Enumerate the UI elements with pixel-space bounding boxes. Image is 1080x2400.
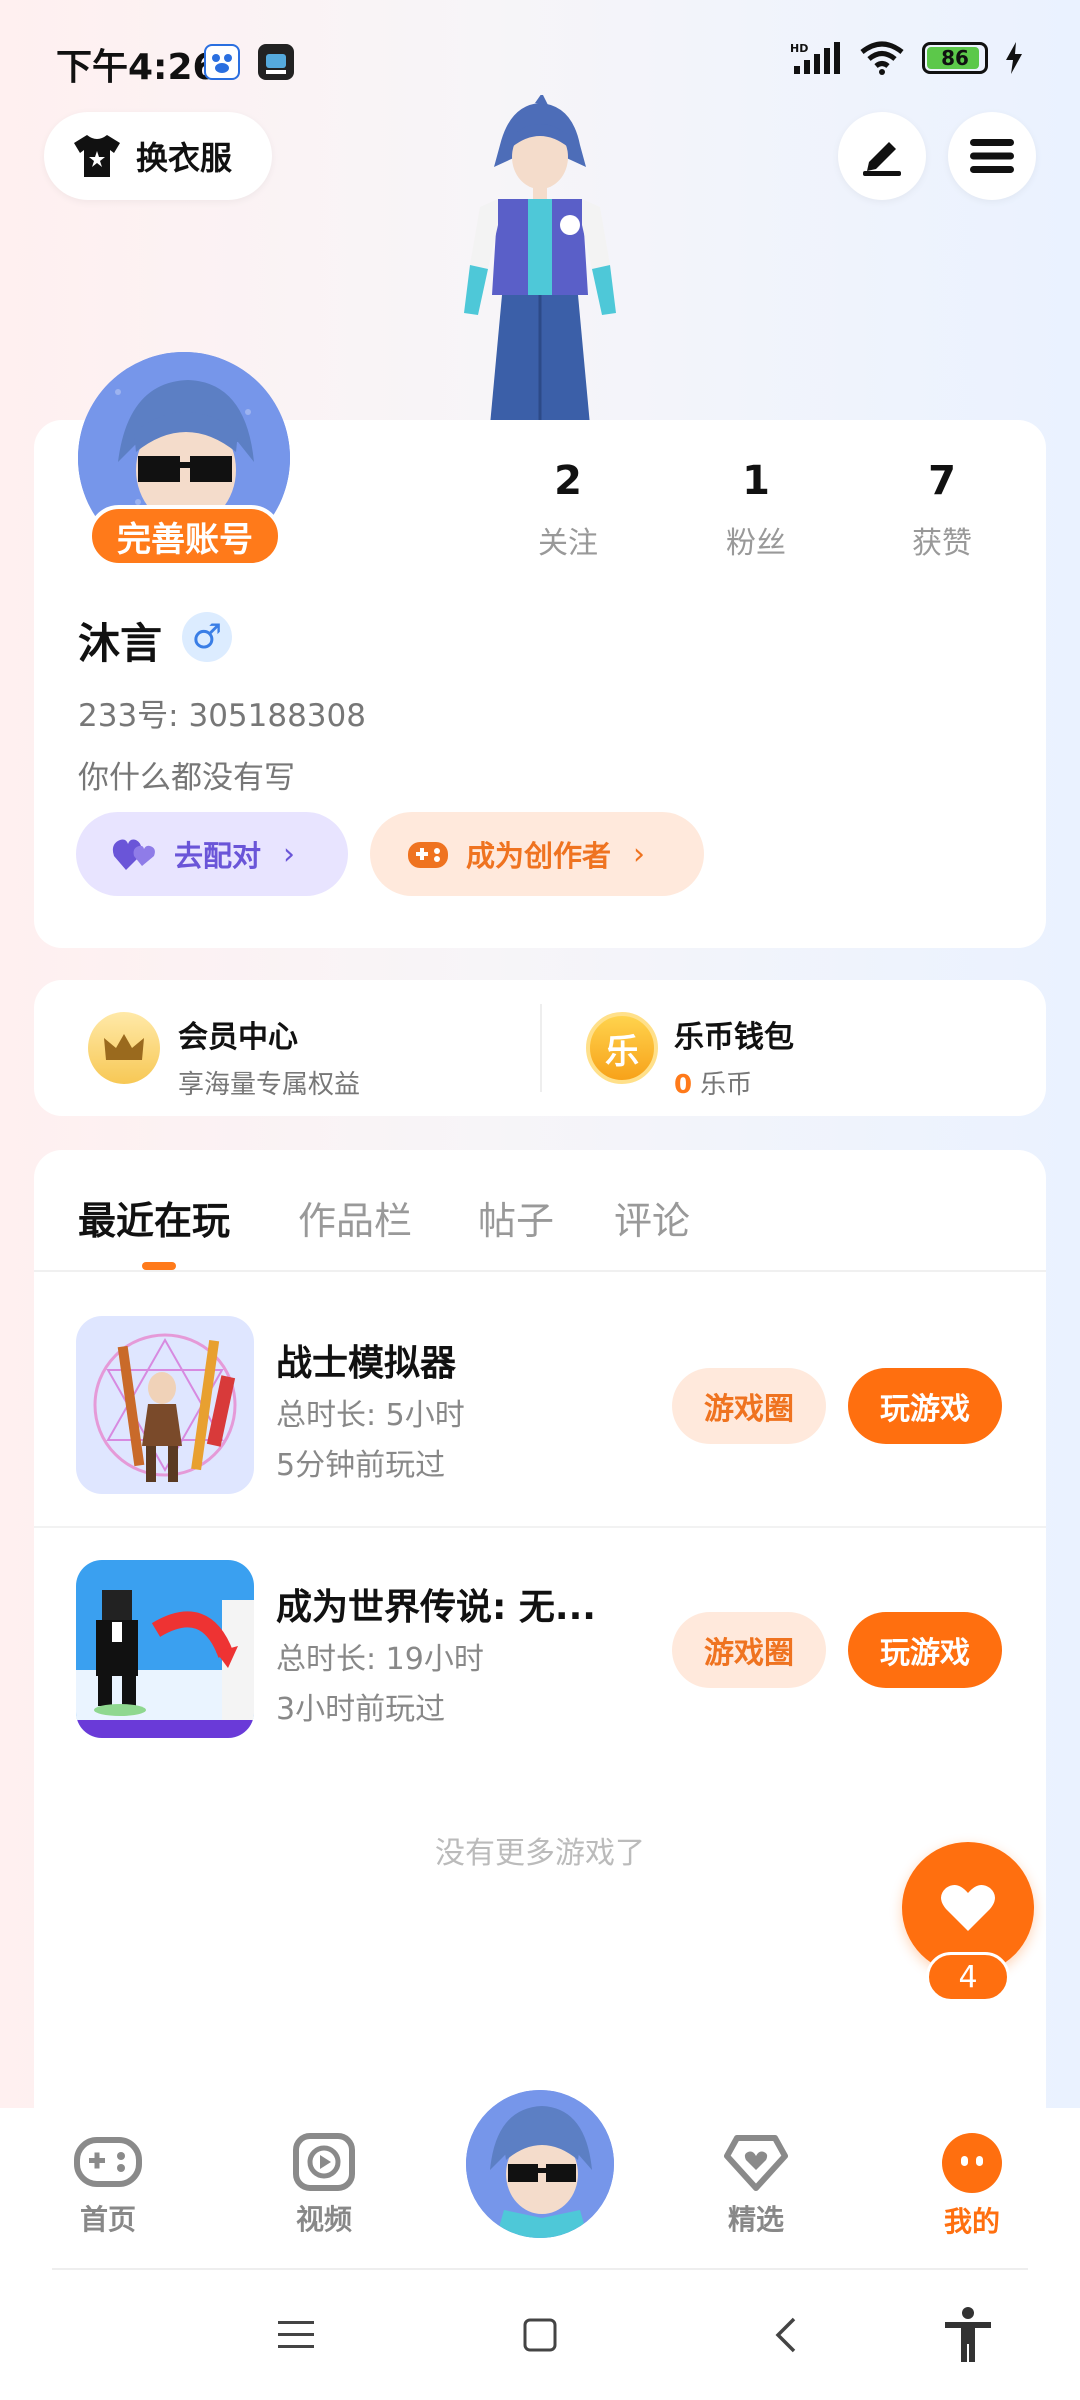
game-last-played: 5分钟前玩过 — [276, 1448, 446, 1483]
like-count-badge: 4 — [926, 1952, 1010, 2002]
back-button[interactable] — [746, 2300, 826, 2370]
charging-icon — [1006, 42, 1022, 74]
nav-featured-label: 精选 — [727, 2203, 784, 2236]
coin-unit: 乐币 — [700, 1070, 753, 1100]
gamepad-icon — [408, 842, 448, 868]
stat-likes[interactable]: 7 获赞 — [862, 458, 1022, 562]
divider — [540, 1004, 542, 1092]
signal-icon: HD — [790, 42, 840, 74]
nav-featured[interactable]: 精选 — [686, 2132, 826, 2238]
become-creator-label: 成为创作者 — [466, 839, 612, 873]
complete-account-button[interactable]: 完善账号 — [88, 505, 282, 567]
stat-followers-count: 1 — [742, 458, 770, 504]
stat-following-label: 关注 — [538, 526, 598, 561]
wallet-balance: 0 乐币 — [674, 1064, 794, 1101]
coin-icon: 乐 — [586, 1012, 658, 1084]
user-id: 233号: 305188308 — [78, 698, 366, 734]
stat-following-count: 2 — [554, 458, 582, 504]
game-title[interactable]: 成为世界传说: 无... — [276, 1578, 596, 1630]
member-center-subtitle: 享海量专属权益 — [178, 1070, 361, 1100]
wifi-icon — [860, 41, 904, 75]
tab-comments[interactable]: 评论 — [614, 1190, 690, 1245]
menu-lines-icon — [278, 2321, 314, 2348]
chevron-right-icon: › — [633, 836, 646, 872]
app-notification-icon — [258, 44, 294, 80]
member-center-title: 会员中心 — [178, 1020, 298, 1055]
status-time: 下午4:26 — [56, 47, 218, 88]
game-duration: 总时长: 5小时 — [276, 1398, 465, 1433]
user-bio[interactable]: 你什么都没有写 — [78, 752, 295, 797]
hearts-icon — [112, 839, 155, 870]
accessibility-button[interactable] — [928, 2300, 1008, 2370]
stat-likes-label: 获赞 — [912, 526, 972, 561]
home-button[interactable] — [500, 2300, 580, 2370]
gamepad-icon — [74, 2137, 142, 2187]
chevron-right-icon: › — [283, 836, 296, 872]
wallet-button[interactable]: 乐币钱包 0 乐币 — [674, 1012, 794, 1101]
nav-video[interactable]: 视频 — [254, 2132, 394, 2238]
nav-home-label: 首页 — [79, 2203, 136, 2236]
status-icons: HD 86 — [790, 40, 1024, 76]
game-thumbnail-legend[interactable] — [76, 1560, 254, 1738]
play-game-button[interactable]: 玩游戏 — [848, 1368, 1002, 1444]
tab-posts[interactable]: 帖子 — [478, 1190, 554, 1245]
stat-followers-label: 粉丝 — [726, 526, 786, 561]
baidu-app-icon — [204, 44, 240, 80]
game-title[interactable]: 战士模拟器 — [276, 1334, 456, 1386]
wallet-title: 乐币钱包 — [674, 1020, 794, 1055]
nav-video-label: 视频 — [295, 2203, 352, 2236]
game-last-played: 3小时前玩过 — [276, 1692, 446, 1727]
svg-text:HD: HD — [790, 42, 808, 55]
square-home-icon — [523, 2318, 557, 2352]
accessibility-person-icon — [945, 2307, 991, 2362]
recent-apps-button[interactable] — [256, 2300, 336, 2370]
become-creator-button[interactable]: 成为创作者 › — [370, 812, 704, 896]
nav-mine-label: 我的 — [943, 2205, 1000, 2238]
match-label: 去配对 — [174, 839, 262, 873]
tshirt-icon — [74, 135, 120, 177]
nav-home[interactable]: 首页 — [38, 2132, 178, 2238]
battery-icon: 86 — [922, 42, 988, 74]
coin-count: 0 — [674, 1070, 693, 1100]
edit-button[interactable] — [838, 112, 926, 200]
stat-likes-count: 7 — [928, 458, 956, 504]
user-name: 沐言 — [78, 619, 163, 668]
game-thumbnail-warrior[interactable] — [76, 1316, 254, 1494]
hamburger-menu-icon — [970, 139, 1014, 173]
play-video-icon — [293, 2133, 355, 2191]
nav-avatar-button[interactable] — [462, 2086, 618, 2242]
male-gender-icon: ♂ — [182, 612, 232, 662]
game-circle-button[interactable]: 游戏圈 — [672, 1612, 826, 1688]
avatar-character-illustration[interactable] — [440, 95, 640, 425]
nav-mine[interactable]: 我的 — [902, 2132, 1042, 2240]
play-game-button[interactable]: 玩游戏 — [848, 1612, 1002, 1688]
stat-followers[interactable]: 1 粉丝 — [676, 458, 836, 562]
member-center-button[interactable]: 会员中心 享海量专属权益 — [178, 1012, 360, 1101]
game-duration: 总时长: 19小时 — [276, 1642, 484, 1677]
change-outfit-button[interactable]: 换衣服 — [44, 112, 272, 200]
active-tab-indicator — [142, 1262, 176, 1270]
change-outfit-label: 换衣服 — [136, 139, 233, 177]
profile-face-icon — [942, 2133, 1002, 2193]
game-circle-button[interactable]: 游戏圈 — [672, 1368, 826, 1444]
tab-recent-played[interactable]: 最近在玩 — [78, 1190, 230, 1245]
pen-icon — [863, 142, 901, 176]
row-divider — [34, 1526, 1046, 1528]
heart-gem-icon — [724, 2135, 788, 2191]
menu-button[interactable] — [948, 112, 1036, 200]
stat-following[interactable]: 2 关注 — [488, 458, 648, 562]
crown-icon — [88, 1012, 160, 1084]
tab-works[interactable]: 作品栏 — [298, 1190, 412, 1245]
heart-icon — [941, 1884, 995, 1931]
match-button[interactable]: 去配对 › — [76, 812, 348, 896]
tab-divider — [34, 1270, 1046, 1272]
chevron-left-icon — [775, 2317, 796, 2353]
